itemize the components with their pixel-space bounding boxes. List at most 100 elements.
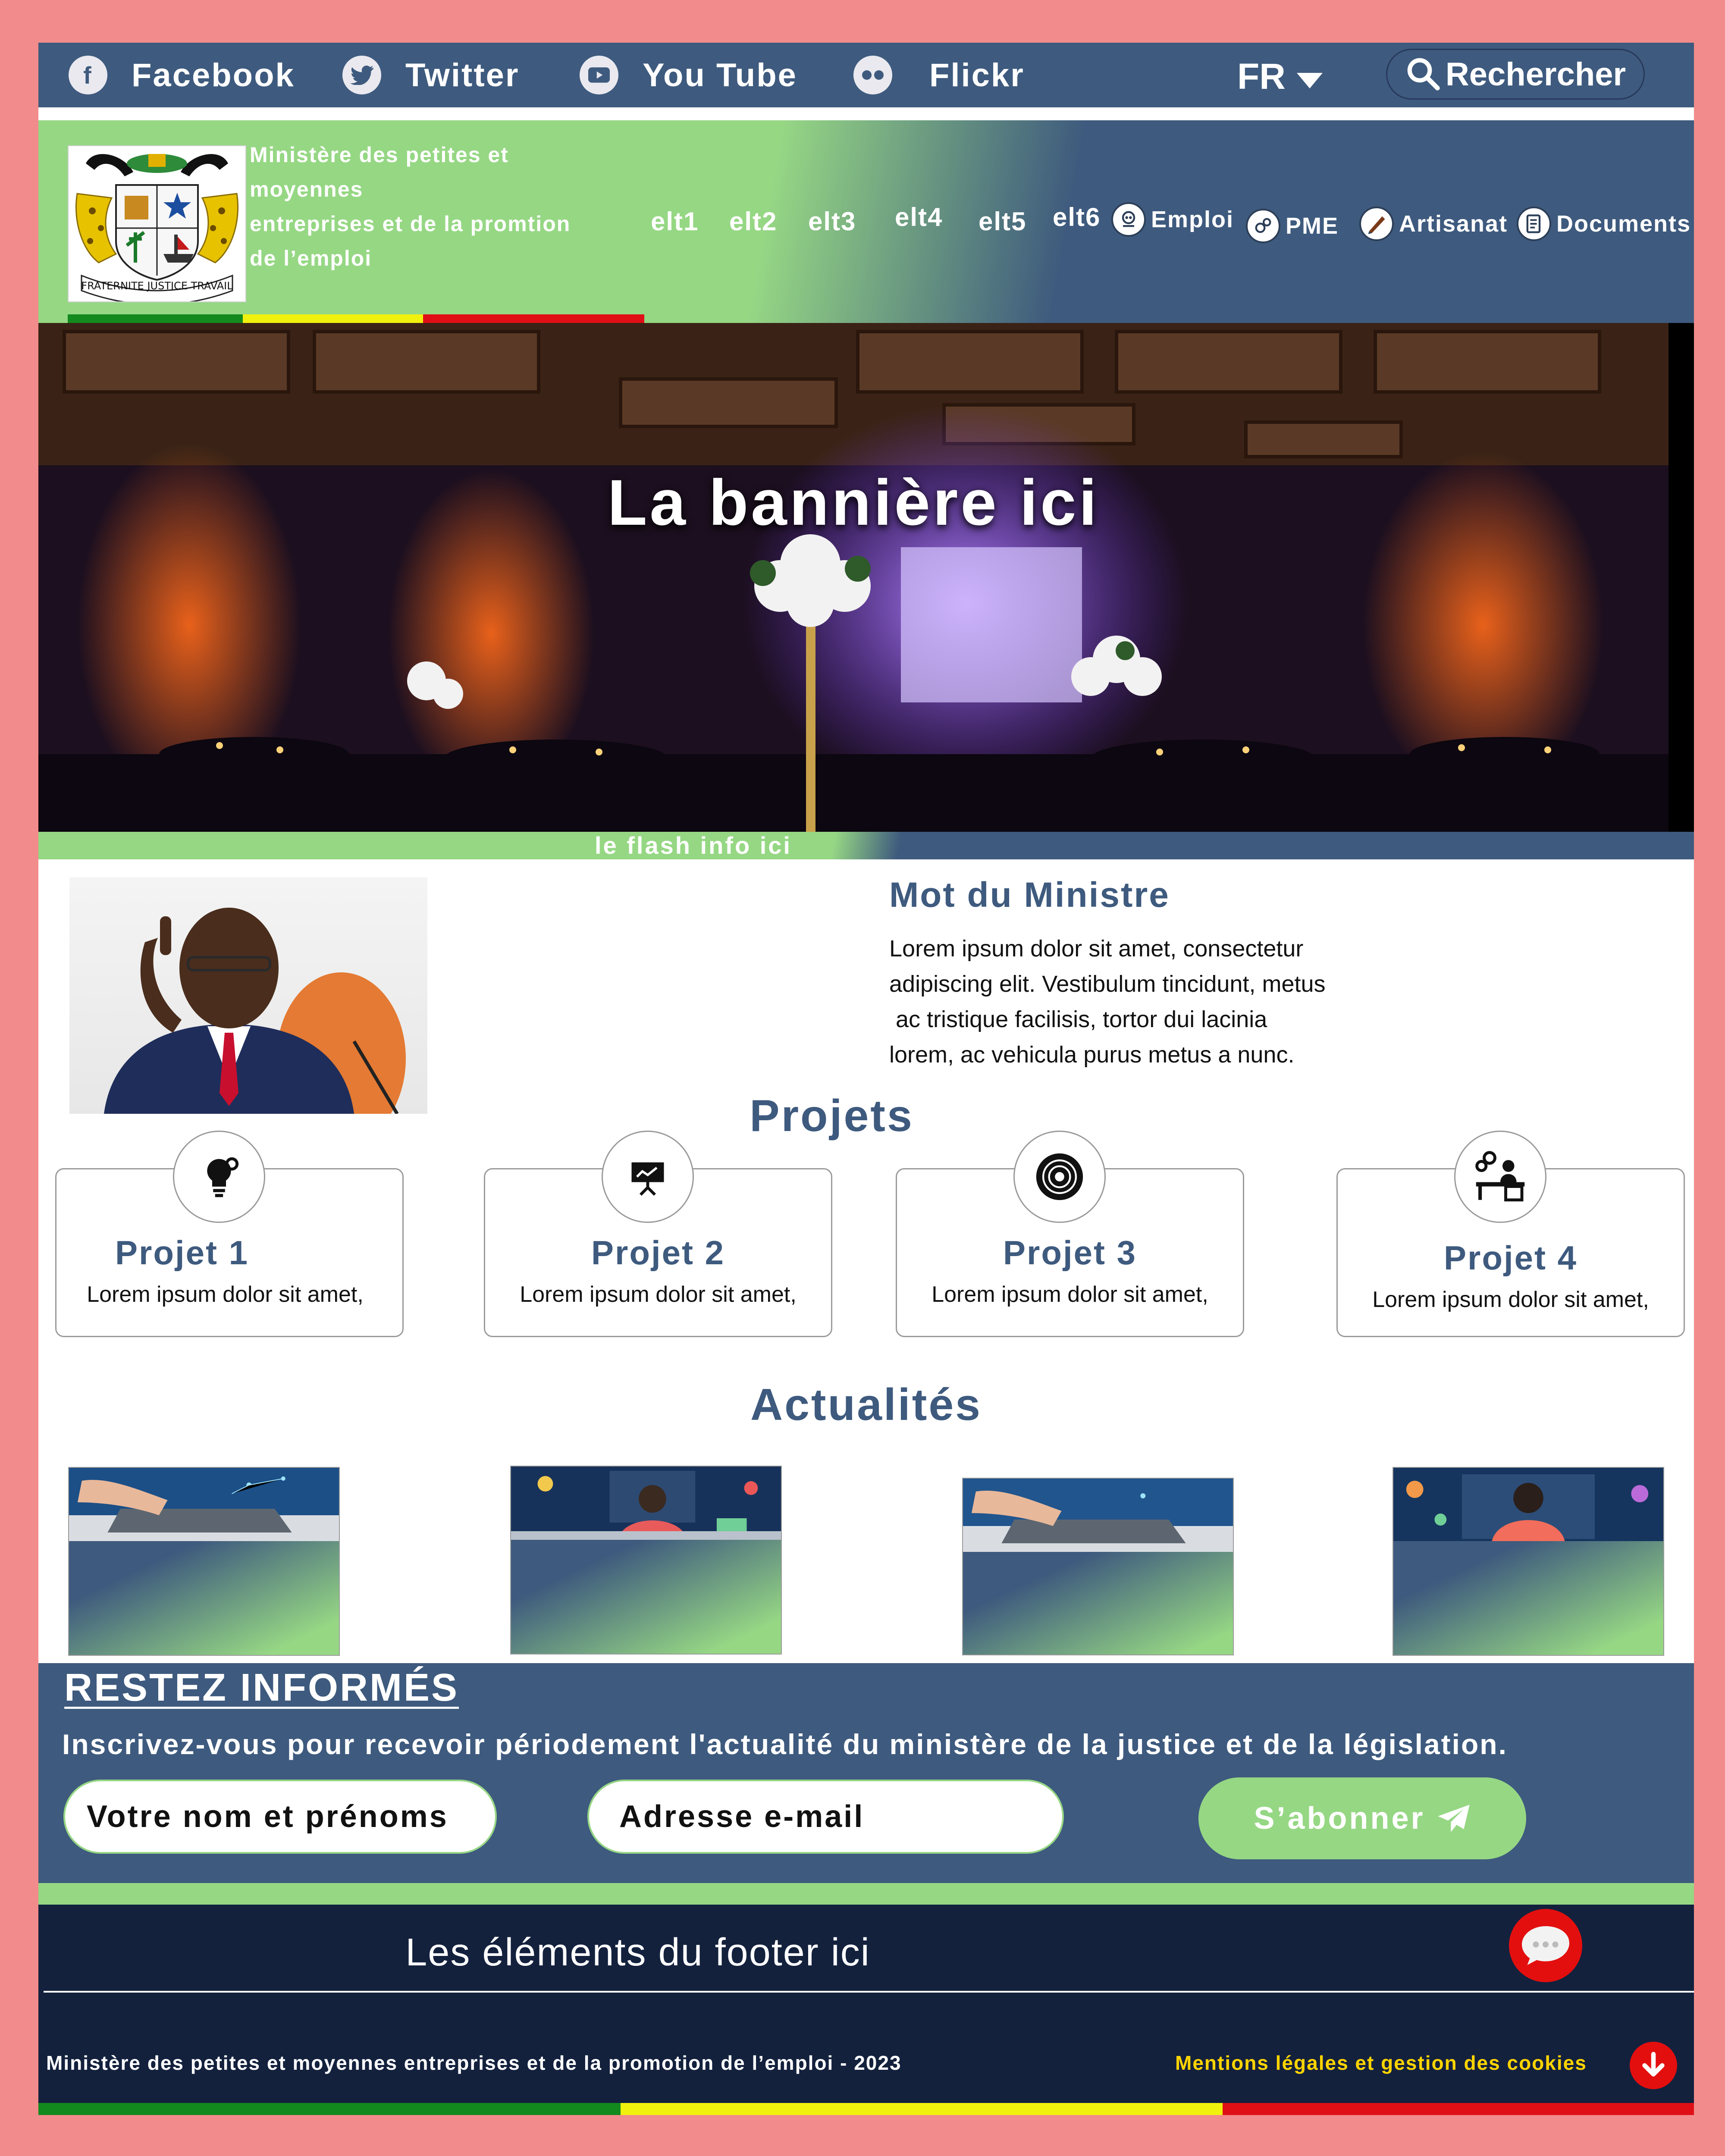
search-icon [1407,58,1440,91]
nav-item-emploi[interactable]: Emploi [1111,202,1234,237]
nav-item-documents[interactable]: Documents [1517,207,1691,241]
minister-text-line: ac tristique facilisis, tortor dui lacin… [889,1006,1267,1032]
subscribe-label: S’abonner [1254,1801,1425,1836]
news-card-body [511,1540,781,1654]
language-selector[interactable]: FR [1237,56,1323,97]
project-card-2[interactable]: Projet 2 Lorem ipsum dolor sit amet, [484,1131,832,1337]
news-card-body [1393,1541,1663,1655]
project-card-1[interactable]: Projet 1 Lorem ipsum dolor sit amet, [55,1131,404,1337]
nav-label: Emploi [1151,207,1234,232]
flag-red [423,314,644,323]
site-footer: Les éléments du footer ici Ministère des… [38,1905,1694,2115]
nav-item-elt3[interactable]: elt3 [808,207,856,236]
search-button[interactable]: Rechercher [1386,49,1645,100]
news-card-body [963,1552,1233,1655]
social-topbar: f Facebook Twitter You Tube Flickr FR Re… [38,43,1694,111]
footer-divider [44,1991,1694,1993]
business-desk-icon [1454,1131,1546,1223]
flag-yellow [621,2103,1223,2115]
project-card-4[interactable]: Projet 4 Lorem ipsum dolor sit amet, [1336,1131,1685,1337]
developer-desk-image [511,1467,781,1540]
arrow-down-icon [1642,2052,1665,2077]
social-label: Twitter [405,56,520,94]
emblem-motto: FRATERNITE JUSTICE TRAVAIL [81,280,233,292]
project-text: Lorem ipsum dolor sit amet, [87,1282,364,1307]
twitter-icon [342,56,381,94]
ministry-name: Ministère des petites et moyennes entrep… [250,138,612,276]
laptop-hands-image [69,1468,339,1541]
hero-banner: La bannière ici [38,323,1694,832]
minister-text-line: Lorem ipsum dolor sit amet, consectetur [889,936,1304,962]
page: f Facebook Twitter You Tube Flickr FR Re… [38,43,1694,2115]
facebook-icon: f [69,56,107,94]
chevron-down-icon [1296,72,1323,88]
nav-item-artisanat[interactable]: Artisanat [1359,207,1508,241]
project-title: Projet 3 [1003,1234,1137,1272]
nav-item-elt5[interactable]: elt5 [979,207,1026,236]
ministry-line: Ministère des petites et [250,143,509,167]
news-title: Actualités [750,1380,982,1430]
news-card-2[interactable] [510,1466,782,1655]
target-icon [1013,1131,1106,1223]
send-icon [1437,1805,1470,1832]
flag-green [38,2103,621,2115]
document-icon [1517,207,1551,241]
nav-item-elt6[interactable]: elt6 [1053,202,1101,232]
project-text: Lorem ipsum dolor sit amet, [520,1282,797,1307]
legal-link[interactable]: Mentions légales et gestion des cookies [1175,2051,1587,2075]
banner-title: La bannière ici [607,466,1100,539]
social-link-youtube[interactable]: You Tube [580,56,797,94]
chat-button[interactable] [1509,1909,1582,1982]
email-input[interactable] [587,1780,1064,1854]
subscribe-button[interactable]: S’abonner [1198,1777,1526,1859]
project-title: Projet 4 [1443,1239,1578,1277]
social-link-twitter[interactable]: Twitter [342,56,519,94]
flag-yellow [243,314,423,323]
site-header: FRATERNITE JUSTICE TRAVAIL Ministère des… [38,120,1694,323]
coder-screen-image [1393,1468,1663,1541]
flag-green [68,314,243,323]
newsletter-title: RESTEZ INFORMÉS [64,1666,459,1709]
social-link-flickr[interactable]: Flickr [853,56,1025,94]
minister-word-text: Lorem ipsum dolor sit amet, consectetur … [889,931,1364,1072]
projects-title: Projets [750,1091,914,1141]
nav-label: Documents [1556,211,1691,237]
flag-red [1223,2103,1694,2115]
flag-colors-bar [68,314,644,323]
name-input[interactable] [63,1780,497,1854]
news-card-3[interactable] [962,1478,1234,1655]
newsletter-description: Inscrivez-vous pour recevoir périodement… [62,1728,1508,1760]
flash-info-bar[interactable]: le flash info ici [38,832,1694,859]
nav-item-elt1[interactable]: elt1 [651,207,699,236]
banquet-hall-image [38,323,1694,832]
social-label: Flickr [929,56,1025,94]
flickr-icon [853,56,892,94]
project-title: Projet 1 [115,1234,249,1272]
minister-word-title: Mot du Ministre [889,875,1170,915]
search-label: Rechercher [1445,56,1626,93]
news-card-body [69,1541,339,1655]
flash-info-text: le flash info ici [595,832,792,859]
footer-flag-bar [38,2103,1694,2115]
scroll-down-button[interactable] [1630,2042,1677,2089]
gears-icon [1246,209,1280,243]
social-link-facebook[interactable]: f Facebook [69,56,295,94]
news-card-4[interactable] [1393,1467,1664,1656]
news-card-1[interactable] [68,1467,340,1656]
nav-item-elt4[interactable]: elt4 [895,202,943,232]
project-text: Lorem ipsum dolor sit amet, [932,1282,1208,1307]
social-label: Facebook [132,56,295,94]
nav-item-pme[interactable]: PME [1246,209,1339,243]
ministry-line: entreprises et de la promtion [250,212,571,236]
language-label: FR [1237,56,1286,97]
nav-label: Artisanat [1399,211,1508,237]
nav-item-elt2[interactable]: elt2 [729,207,777,236]
presentation-icon [602,1131,694,1223]
copyright-text: Ministère des petites et moyennes entrep… [46,2052,902,2074]
coat-of-arms-logo[interactable]: FRATERNITE JUSTICE TRAVAIL [68,145,246,305]
project-card-3[interactable]: Projet 3 Lorem ipsum dolor sit amet, [896,1131,1244,1337]
youtube-icon [580,56,618,94]
laptop-hands-image [963,1479,1233,1552]
ministry-line: de l’emploi [250,246,372,270]
project-title: Projet 2 [591,1234,725,1272]
